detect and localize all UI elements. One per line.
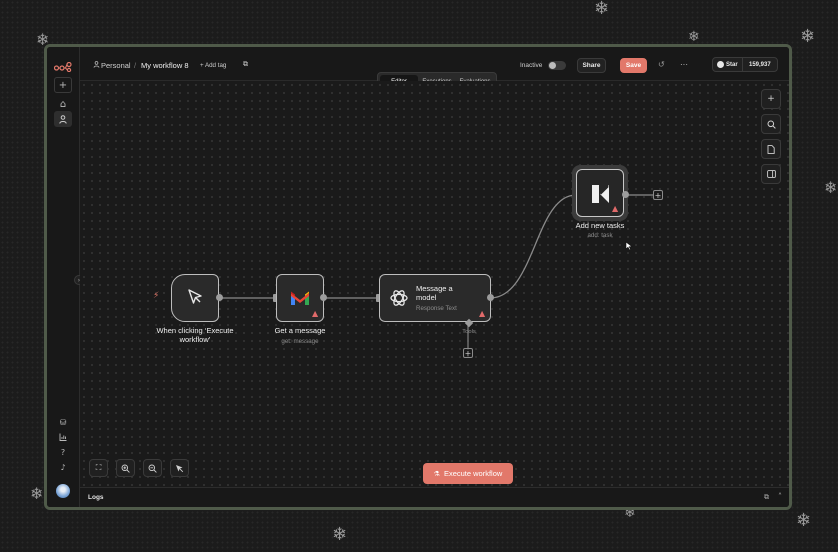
snowflake-decoration: ❄ (332, 524, 348, 545)
insights-icon[interactable] (54, 429, 72, 445)
chevron-up-icon[interactable]: ˄ (778, 492, 782, 501)
snowflake-decoration: ❄ (30, 484, 44, 503)
snowflake-decoration: ❄ (688, 29, 700, 45)
github-star-count: 159,937 (748, 61, 771, 68)
more-options-button[interactable]: ··· (680, 60, 688, 69)
openai-node-label: Message a model (416, 284, 453, 302)
bell-icon[interactable]: ♪ (54, 459, 72, 475)
warning-icon: ▲ (479, 309, 486, 318)
gmail-node-label: Get a message (274, 326, 326, 335)
create-button[interactable]: + (54, 77, 72, 93)
zoom-in-icon[interactable] (116, 459, 135, 477)
status-label: Inactive (520, 62, 543, 69)
add-tag-button[interactable]: + Add tag (200, 62, 226, 69)
openai-icon (389, 288, 409, 313)
snowflake-decoration: ❄ (800, 26, 816, 47)
add-tool-button[interactable]: + (463, 348, 473, 358)
execute-workflow-label: Execute workflow (443, 469, 503, 478)
snowflake-decoration: ❄ (594, 0, 610, 19)
gmail-output-port[interactable] (320, 294, 327, 301)
workflow-name[interactable]: My workflow 8 (141, 61, 189, 70)
github-star-label: Star (726, 61, 738, 68)
tidy-up-icon[interactable] (170, 459, 189, 477)
search-icon[interactable] (761, 114, 781, 134)
share-button[interactable]: Share (577, 58, 606, 73)
workflow-canvas[interactable]: ⚡ When clicking ‘Execute workflow’ ▲ Get… (80, 81, 789, 487)
breadcrumb-separator: / (134, 61, 137, 70)
openai-output-port[interactable] (487, 294, 494, 301)
save-button[interactable]: Save (620, 58, 647, 73)
trigger-node[interactable] (171, 274, 219, 322)
sticky-note-icon[interactable] (761, 139, 781, 159)
templates-icon[interactable]: ⛁ (54, 414, 72, 430)
pop-out-icon[interactable]: ⧉ (764, 493, 769, 502)
history-icon[interactable]: ↺ (658, 60, 665, 69)
gmail-node-operation: get: message (281, 338, 319, 345)
flask-icon: ⚗ (433, 469, 440, 478)
github-icon (717, 61, 724, 68)
breadcrumb-project[interactable]: Personal (101, 61, 131, 70)
add-node-button[interactable]: + (761, 89, 781, 109)
gmail-icon (290, 290, 310, 311)
cursor-pointer-icon (186, 288, 204, 311)
k-logo-icon (590, 183, 612, 210)
home-icon[interactable]: ⌂ (54, 96, 72, 112)
avatar[interactable] (56, 484, 70, 498)
n8n-logo-icon[interactable] (53, 59, 72, 77)
execute-workflow-button[interactable]: ⚗ Execute workflow (423, 463, 513, 484)
trigger-output-port[interactable] (216, 294, 223, 301)
warning-icon: ▲ (312, 309, 319, 318)
add-next-node-button[interactable]: + (653, 190, 663, 200)
zoom-out-icon[interactable] (143, 459, 162, 477)
openai-node[interactable]: Message a model Response Text ▲ (379, 274, 491, 322)
user-icon (93, 61, 100, 70)
left-sidebar: + ⌂ ⛁ ? ♪ › (47, 47, 84, 507)
tasks-output-port[interactable] (622, 191, 629, 198)
snowflake-decoration: ❄ (824, 178, 838, 197)
trigger-bolt-icon: ⚡ (153, 291, 160, 301)
tasks-node-label: Add new tasks (575, 221, 625, 230)
gmail-node[interactable]: ▲ (276, 274, 324, 322)
logs-label: Logs (88, 494, 104, 501)
fit-view-icon[interactable]: ⛶ (89, 459, 108, 477)
tasks-node[interactable]: ▲ (576, 169, 624, 217)
app-window: + ⌂ ⛁ ? ♪ › Personal / My workflow 8 + A… (44, 44, 792, 510)
active-toggle[interactable] (548, 61, 566, 70)
warning-icon: ▲ (612, 204, 619, 213)
snowflake-decoration: ❄ (796, 510, 812, 531)
mouse-cursor-icon (625, 238, 633, 256)
logs-bar[interactable]: Logs ⧉ ˄ (80, 487, 789, 507)
open-external-icon[interactable]: ⧉ (243, 60, 248, 69)
tools-port-label: Tools (462, 329, 476, 335)
openai-node-operation: Response Text (416, 305, 457, 312)
github-star-button[interactable]: Star 159,937 (712, 57, 778, 72)
personal-icon[interactable] (54, 111, 72, 127)
help-icon[interactable]: ? (54, 444, 72, 460)
panel-toggle-icon[interactable] (761, 164, 781, 184)
trigger-node-label: When clicking ‘Execute workflow’ (156, 326, 234, 344)
